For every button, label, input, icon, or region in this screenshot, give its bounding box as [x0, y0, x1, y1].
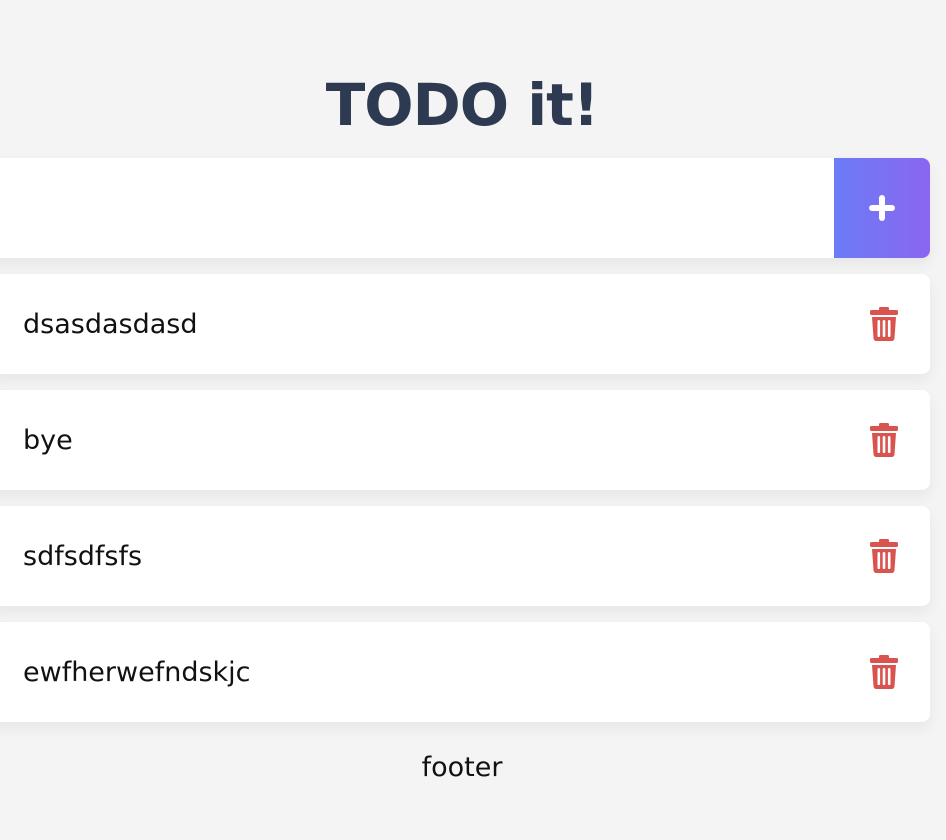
todo-item: dsasdasdasd	[0, 274, 930, 374]
trash-icon	[870, 539, 898, 573]
trash-icon	[870, 307, 898, 341]
todo-text: bye	[23, 424, 73, 456]
todo-item: ewfherwefndskjc	[0, 622, 930, 722]
todo-text: dsasdasdasd	[23, 308, 198, 340]
trash-icon	[870, 423, 898, 457]
delete-todo-button[interactable]	[864, 536, 904, 576]
delete-todo-button[interactable]	[864, 304, 904, 344]
todo-input[interactable]	[0, 158, 834, 258]
todo-item: bye	[0, 390, 930, 490]
todo-item: sdfsdfsfs	[0, 506, 930, 606]
delete-todo-button[interactable]	[864, 420, 904, 460]
todo-text: ewfherwefndskjc	[23, 656, 251, 688]
add-todo-button[interactable]	[834, 158, 930, 258]
page-title: TODO it!	[325, 70, 600, 139]
todo-input-row	[0, 158, 930, 258]
delete-todo-button[interactable]	[864, 652, 904, 692]
trash-icon	[870, 655, 898, 689]
todo-text: sdfsdfsfs	[23, 540, 143, 572]
todo-list: dsasdasdasd bye sdfsdfsfs ewfherwefndskj…	[0, 274, 930, 738]
footer: footer	[421, 752, 503, 783]
plus-icon	[869, 195, 895, 221]
